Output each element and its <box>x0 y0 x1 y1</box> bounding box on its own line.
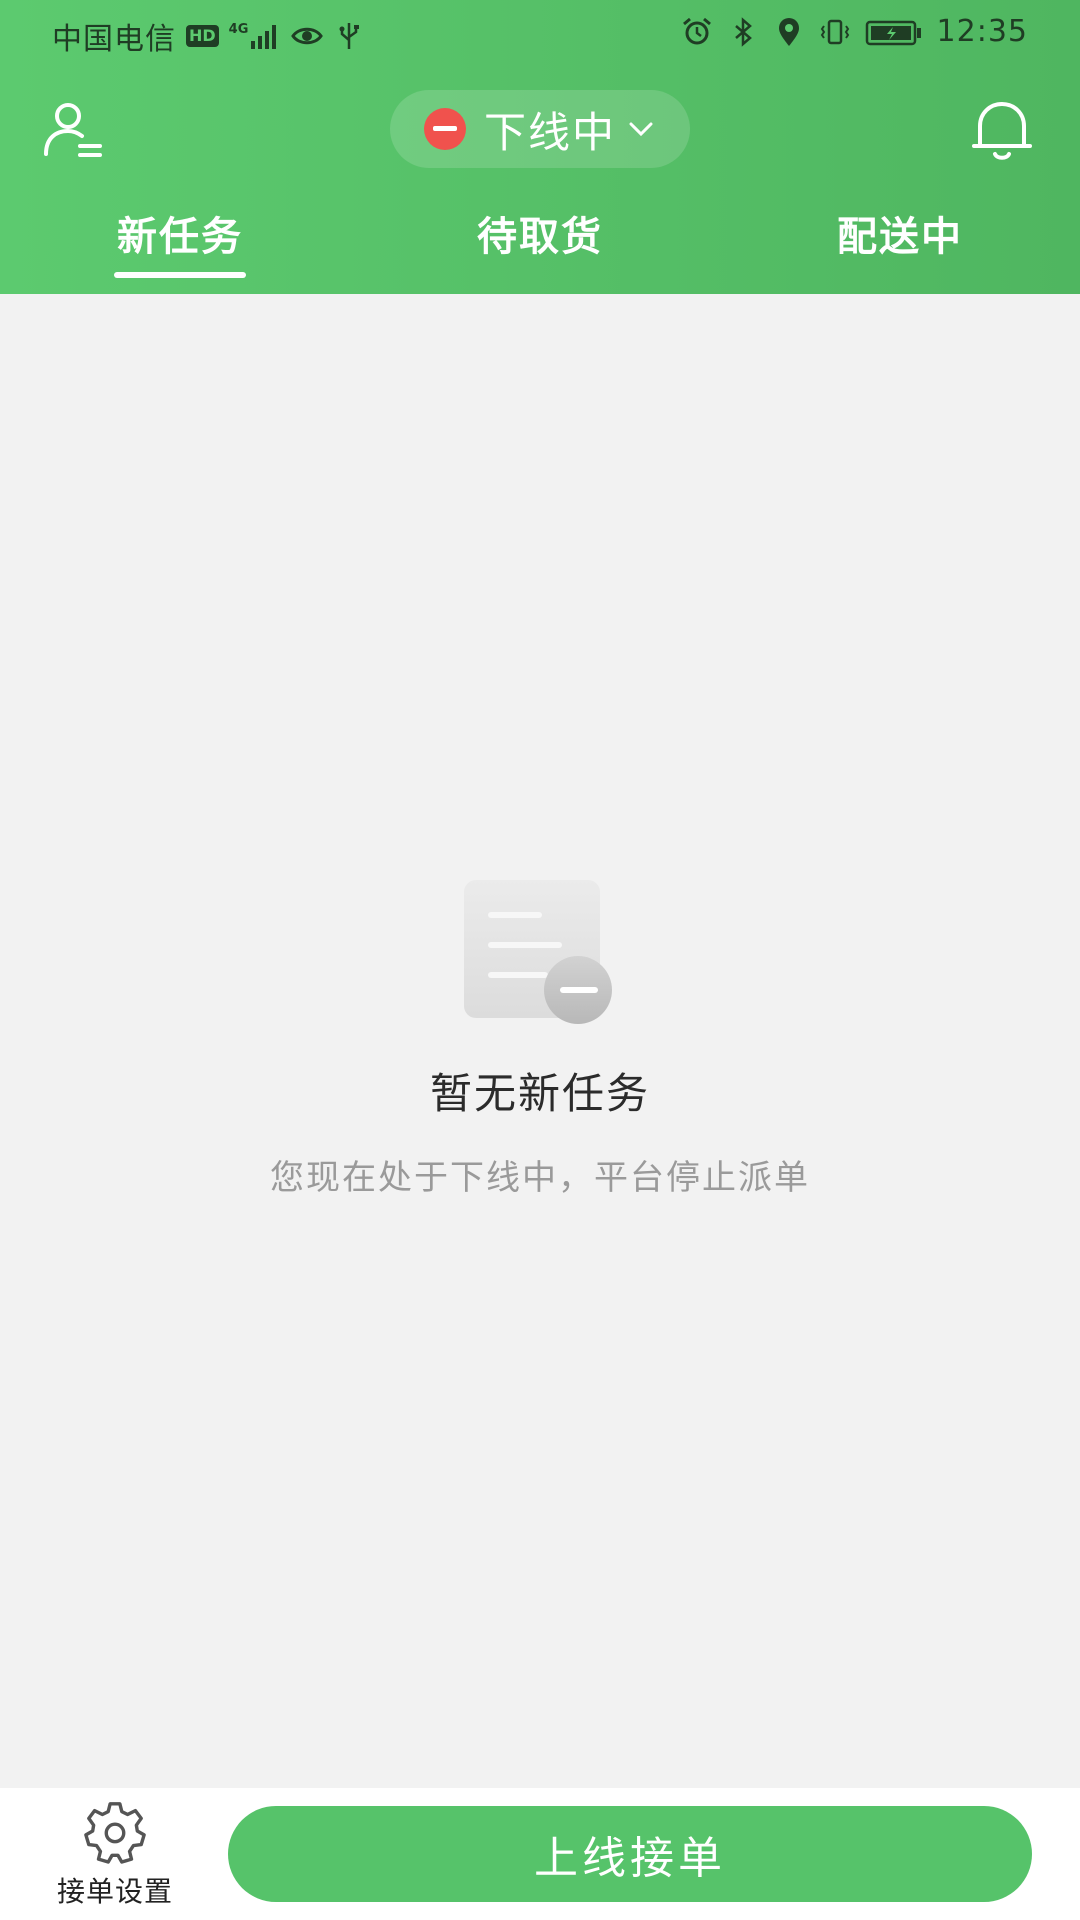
signal-icon: 4G <box>229 23 282 49</box>
battery-charging-icon <box>865 20 921 45</box>
empty-state-subtitle: 您现在处于下线中，平台停止派单 <box>270 1158 810 1198</box>
usb-icon <box>339 23 360 49</box>
order-settings-label: 接单设置 <box>56 1875 173 1908</box>
tab-awaiting-pickup[interactable]: 待取货 <box>360 204 720 294</box>
alarm-icon <box>682 17 711 44</box>
gear-icon <box>84 1802 146 1864</box>
online-status-dropdown[interactable]: 下线中 <box>390 90 690 168</box>
location-icon <box>778 17 799 46</box>
bell-icon <box>972 101 1032 160</box>
tab-label: 新任务 <box>117 214 243 260</box>
status-bar: 中国电信 HD 4G 12:35 <box>0 0 1080 70</box>
order-settings-button[interactable]: 接单设置 <box>40 1798 190 1910</box>
carrier-name: 中国电信 <box>52 22 176 57</box>
active-tab-indicator <box>114 272 246 278</box>
notifications-button[interactable] <box>968 96 1036 164</box>
empty-document-icon <box>464 880 612 1024</box>
network-label: 4G <box>228 22 249 37</box>
status-bar-left: 中国电信 HD 4G <box>52 14 365 58</box>
user-profile-button[interactable] <box>42 98 106 162</box>
offline-status-icon <box>423 108 466 150</box>
tab-delivering[interactable]: 配送中 <box>720 204 1080 294</box>
empty-state-title: 暂无新任务 <box>429 1069 650 1118</box>
bottom-action-bar: 接单设置 上线接单 <box>0 1788 1080 1920</box>
hd-badge: HD <box>186 25 219 47</box>
chevron-down-icon <box>629 122 653 137</box>
status-bar-right: 12:35 <box>681 14 1028 49</box>
task-tabs: 新任务 待取货 配送中 <box>0 204 1080 294</box>
app-header: 中国电信 HD 4G 12:35 下线中 新任务 待取货 配送中 <box>0 0 1080 294</box>
vibrate-icon <box>820 19 849 44</box>
tab-label: 待取货 <box>477 214 603 260</box>
clock: 12:35 <box>936 14 1028 49</box>
eye-icon <box>291 27 324 45</box>
bluetooth-icon <box>734 16 752 47</box>
tab-label: 配送中 <box>837 214 963 260</box>
go-online-button[interactable]: 上线接单 <box>228 1806 1032 1902</box>
user-menu-icon <box>44 103 102 157</box>
online-status-label: 下线中 <box>483 107 616 157</box>
tab-new-tasks[interactable]: 新任务 <box>0 204 360 294</box>
